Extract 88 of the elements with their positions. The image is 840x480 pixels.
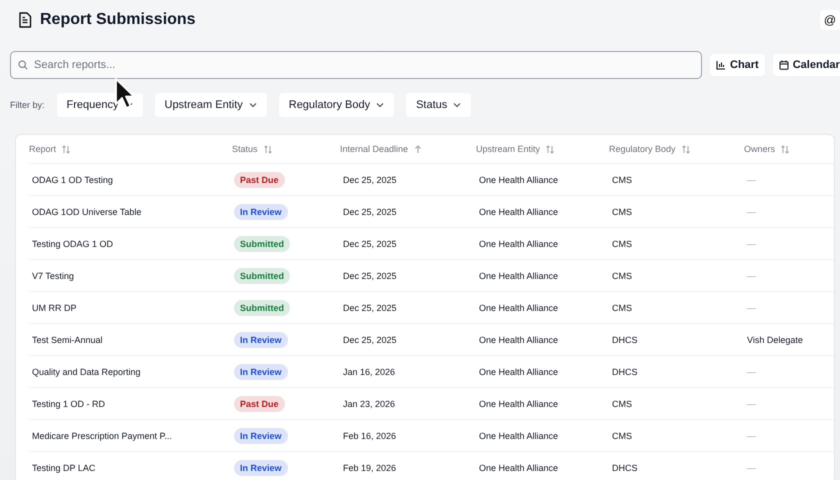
table-cell-text: Testing 1 OD - RD xyxy=(31,398,106,408)
page-title: Report Submissions xyxy=(40,11,196,29)
search-field[interactable]: Search reports... xyxy=(10,51,702,79)
status-badge: In Review xyxy=(234,364,288,380)
table-cell-text: Dec 25, 2025 xyxy=(342,302,398,312)
table-cell-text: One Health Alliance xyxy=(478,206,560,216)
filter-dropdown[interactable]: Regulatory Body xyxy=(278,93,394,117)
column-header[interactable]: Regulatory Body xyxy=(609,144,676,154)
sort-ascending-icon[interactable] xyxy=(414,144,422,154)
sort-icon[interactable] xyxy=(546,144,554,154)
table-cell-text: — xyxy=(746,174,757,184)
table-cell-text: CMS xyxy=(611,430,633,440)
table-cell-text: Testing DP LAC xyxy=(31,462,96,472)
table-cell-text: Quality and Data Reporting xyxy=(31,366,142,376)
table-cell-text: DHCS xyxy=(611,334,639,344)
chevron-down-icon xyxy=(248,102,257,108)
filter-label: Filter by: xyxy=(10,100,45,110)
table-cell-text: One Health Alliance xyxy=(478,238,560,248)
table-cell-text: Dec 25, 2025 xyxy=(342,238,398,248)
table-cell-text: Dec 25, 2025 xyxy=(342,206,398,216)
search-icon xyxy=(18,60,28,70)
user-button[interactable]: @ xyxy=(820,10,840,30)
table-cell-text: Dec 25, 2025 xyxy=(342,270,398,280)
table-cell-text: One Health Alliance xyxy=(478,270,560,280)
table-cell-text: One Health Alliance xyxy=(478,462,560,472)
status-badge: Past Due xyxy=(234,396,285,412)
status-badge: Submitted xyxy=(234,268,290,284)
table-cell-text: DHCS xyxy=(611,366,639,376)
status-badge: In Review xyxy=(234,460,288,476)
table-cell-text: CMS xyxy=(611,174,633,184)
table-cell-text: Test Semi-Annual xyxy=(31,334,104,344)
table-cell-text: — xyxy=(746,302,757,312)
status-badge: In Review xyxy=(234,332,288,348)
column-header[interactable]: Report xyxy=(29,144,56,154)
table-cell-text: CMS xyxy=(611,238,633,248)
table-cell-text: Feb 16, 2026 xyxy=(342,430,398,440)
table-cell-text: V7 Testing xyxy=(31,270,75,280)
filter-dropdown[interactable]: Upstream Entity xyxy=(154,93,267,117)
table-cell-text: Jan 23, 2026 xyxy=(342,398,396,408)
table-cell-text: Dec 25, 2025 xyxy=(342,334,398,344)
table-cell-text: One Health Alliance xyxy=(478,398,560,408)
filter-dropdown[interactable]: Status xyxy=(406,93,472,117)
table-cell-text: CMS xyxy=(611,302,633,312)
sort-icon[interactable] xyxy=(264,144,272,154)
column-header[interactable]: Upstream Entity xyxy=(476,144,540,154)
table-cell-text: CMS xyxy=(611,206,633,216)
calendar-icon xyxy=(778,60,789,70)
sort-icon[interactable] xyxy=(62,144,70,154)
table-cell-text: — xyxy=(746,398,757,408)
table-cell-text: Testing ODAG 1 OD xyxy=(31,238,114,248)
table-cell-text: ODAG 1 OD Testing xyxy=(31,174,114,184)
table-cell-text: UM RR DP xyxy=(31,302,78,312)
column-header[interactable]: Internal Deadline xyxy=(340,144,408,154)
table-cell-text: — xyxy=(746,270,757,280)
table-cell-text: Dec 25, 2025 xyxy=(342,174,398,184)
table-cell-text: CMS xyxy=(611,398,633,408)
status-badge: In Review xyxy=(234,204,288,220)
table-cell-text: Vish Delegate xyxy=(746,334,804,344)
table-cell-text: DHCS xyxy=(611,462,639,472)
sort-icon[interactable] xyxy=(682,144,690,154)
bar-chart-icon xyxy=(716,60,726,70)
table-cell-text: Jan 16, 2026 xyxy=(342,366,396,376)
table-cell-text: — xyxy=(746,366,757,376)
chevron-down-icon xyxy=(453,102,462,108)
chevron-down-icon xyxy=(376,102,384,108)
table-cell-text: CMS xyxy=(611,270,633,280)
table-cell-text: — xyxy=(746,430,757,440)
status-badge: Submitted xyxy=(234,236,290,252)
document-icon xyxy=(18,12,32,28)
table-cell-text: ODAG 1OD Universe Table xyxy=(31,206,142,216)
status-badge: Past Due xyxy=(234,172,285,188)
column-header[interactable]: Status xyxy=(232,144,258,154)
table-cell-text: One Health Alliance xyxy=(478,366,560,376)
status-badge: Submitted xyxy=(234,300,290,316)
chart-view-button[interactable]: Chart xyxy=(710,54,765,76)
sort-icon[interactable] xyxy=(781,144,790,154)
status-badge: In Review xyxy=(234,428,288,444)
table-cell-text: — xyxy=(746,462,757,472)
table-cell-text: — xyxy=(746,238,757,248)
table-cell-text: One Health Alliance xyxy=(478,174,560,184)
calendar-view-button[interactable]: Calendar xyxy=(772,54,840,76)
table-cell-text: Medicare Prescription Payment P... xyxy=(31,430,173,440)
table-cell-text: Feb 19, 2026 xyxy=(342,462,398,472)
column-header[interactable]: Owners xyxy=(744,144,776,154)
table-cell-text: — xyxy=(746,206,757,216)
table-cell-text: One Health Alliance xyxy=(478,430,560,440)
table-cell-text: One Health Alliance xyxy=(478,334,560,344)
table-cell-text: One Health Alliance xyxy=(478,302,560,312)
